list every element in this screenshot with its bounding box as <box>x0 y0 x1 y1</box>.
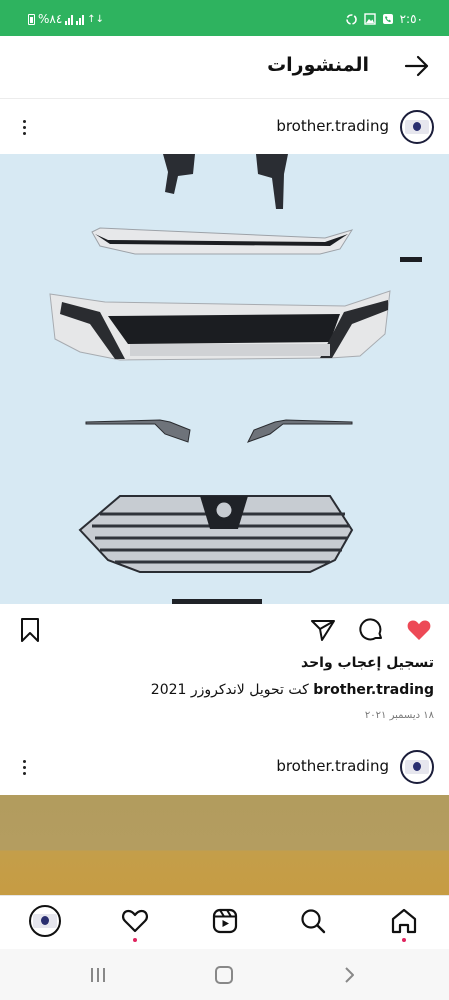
post-actions <box>0 612 449 648</box>
battery-percent: %٨٤ <box>38 12 63 26</box>
post-username-2[interactable]: brother.trading <box>276 757 389 775</box>
battery-icon <box>28 13 35 25</box>
search-icon[interactable] <box>298 906 328 936</box>
activity-notification-dot <box>133 938 137 942</box>
back-arrow-icon[interactable] <box>403 52 431 80</box>
post-username[interactable]: brother.trading <box>276 117 389 135</box>
bottom-nav <box>0 895 449 949</box>
home-button-icon[interactable] <box>214 965 234 985</box>
post-image[interactable] <box>0 154 449 604</box>
phone-icon <box>382 14 393 24</box>
header-divider <box>0 98 449 99</box>
status-right: ٢:٥٠ <box>345 12 423 26</box>
signal-icon <box>65 14 74 25</box>
reels-icon[interactable] <box>210 906 240 936</box>
post-caption: brother.trading كت تحويل لاندكروزر 2021 <box>151 682 434 698</box>
more-options-icon[interactable] <box>14 115 34 139</box>
activity-heart-icon[interactable] <box>120 906 150 936</box>
car-parts-photo <box>49 154 422 604</box>
image-icon <box>363 13 376 25</box>
recent-apps-icon[interactable] <box>88 965 108 985</box>
home-icon[interactable] <box>389 906 419 936</box>
system-navigation-bar <box>0 949 449 1000</box>
post-date: ١٨ ديسمبر ٢٠٢١ <box>364 710 434 721</box>
post-image-2[interactable] <box>0 795 449 895</box>
comment-icon[interactable] <box>357 616 385 644</box>
like-heart-icon[interactable] <box>405 616 433 644</box>
more-options-icon-2[interactable] <box>14 755 34 779</box>
avatar-2[interactable] <box>400 750 434 784</box>
avatar[interactable] <box>400 110 434 144</box>
clock: ٢:٥٠ <box>399 12 423 26</box>
share-send-icon[interactable] <box>309 616 337 644</box>
likes-count[interactable]: تسجيل إعجاب واحد <box>301 655 434 671</box>
data-activity-icon: ↑↓ <box>87 13 105 25</box>
profile-avatar[interactable] <box>29 905 61 937</box>
signal-icon-2 <box>76 14 85 25</box>
page-title: المنشورات <box>267 54 369 76</box>
caption-text: كت تحويل لاندكروزر 2021 <box>150 682 314 698</box>
post-header: brother.trading <box>0 102 449 152</box>
sync-icon <box>345 13 357 25</box>
bookmark-icon[interactable] <box>16 616 44 644</box>
top-bar: المنشورات <box>0 36 449 98</box>
status-left: %٨٤ ↑↓ <box>28 12 104 26</box>
post-header-2: brother.trading <box>0 742 449 792</box>
back-button-icon[interactable] <box>340 965 360 985</box>
home-notification-dot <box>402 938 406 942</box>
status-bar: %٨٤ ↑↓ ٢:٥٠ <box>0 0 449 36</box>
caption-username[interactable]: brother.trading <box>313 682 434 698</box>
